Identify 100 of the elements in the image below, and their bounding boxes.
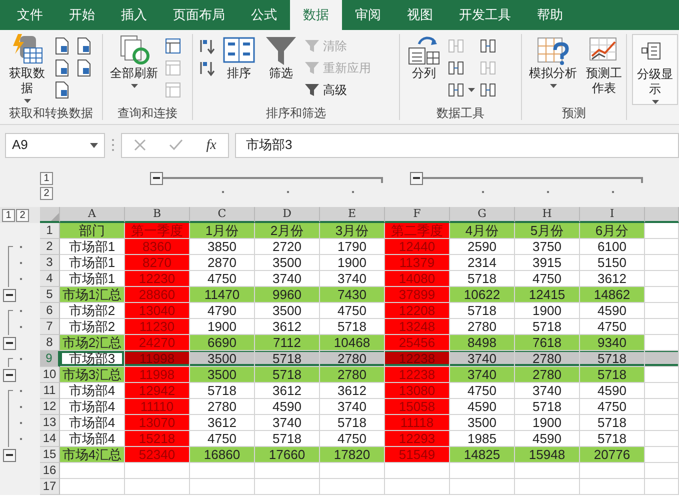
table-cell[interactable] <box>450 479 515 495</box>
table-cell[interactable]: 2870 <box>190 255 255 271</box>
row-header[interactable]: 14 <box>40 431 60 447</box>
table-cell[interactable]: 3月份 <box>320 223 385 239</box>
ribbon-tab[interactable]: 审阅 <box>342 0 394 30</box>
table-cell[interactable] <box>60 463 125 479</box>
table-cell[interactable]: 4750 <box>190 271 255 287</box>
column-header[interactable]: C <box>190 207 255 223</box>
table-cell[interactable] <box>125 463 190 479</box>
table-cell[interactable]: 17660 <box>255 447 320 463</box>
table-cell[interactable]: 市场部2 <box>60 319 125 335</box>
table-cell[interactable]: 5718 <box>255 431 320 447</box>
table-cell[interactable]: 市场部1 <box>60 255 125 271</box>
column-header[interactable]: D <box>255 207 320 223</box>
table-cell[interactable] <box>255 463 320 479</box>
table-cell[interactable]: 5718 <box>190 383 255 399</box>
table-cell[interactable]: 2590 <box>450 239 515 255</box>
ribbon-button[interactable]: 模拟分析 <box>527 34 579 88</box>
icon-button[interactable] <box>75 36 93 55</box>
table-cell[interactable]: 市场部3 <box>60 351 125 367</box>
table-cell[interactable]: 2780 <box>515 351 580 367</box>
table-cell[interactable]: 4750 <box>190 431 255 447</box>
table-cell[interactable] <box>645 367 679 383</box>
row-header[interactable]: 3 <box>40 255 60 271</box>
table-cell[interactable] <box>385 479 450 495</box>
table-cell[interactable]: 2780 <box>515 367 580 383</box>
table-cell[interactable]: 5718 <box>580 367 645 383</box>
table-cell[interactable]: 市场1汇总 <box>60 287 125 303</box>
table-cell[interactable]: 12415 <box>515 287 580 303</box>
table-cell[interactable]: 3500 <box>190 351 255 367</box>
row-header[interactable]: 11 <box>40 383 60 399</box>
row-header[interactable]: 4 <box>40 271 60 287</box>
formula-field[interactable]: 市场部3 <box>235 132 679 158</box>
outline-level-button[interactable]: 2 <box>16 208 29 222</box>
table-cell[interactable]: 5718 <box>580 415 645 431</box>
row-header[interactable]: 1 <box>40 223 60 239</box>
table-cell[interactable]: 3740 <box>450 351 515 367</box>
collapse-button[interactable] <box>3 288 16 302</box>
collapse-button[interactable] <box>3 448 16 462</box>
ribbon-tab[interactable]: 开发工具 <box>446 0 524 30</box>
table-cell[interactable]: 5718 <box>255 351 320 367</box>
ribbon-tab[interactable]: 页面布局 <box>160 0 238 30</box>
table-cell[interactable]: 市场部4 <box>60 431 125 447</box>
table-cell[interactable] <box>385 463 450 479</box>
column-header[interactable]: I <box>580 207 645 223</box>
table-cell[interactable]: 3750 <box>515 239 580 255</box>
table-cell[interactable]: 1790 <box>320 239 385 255</box>
table-cell[interactable]: 3612 <box>580 271 645 287</box>
table-cell[interactable]: 2780 <box>320 367 385 383</box>
table-cell[interactable]: 1900 <box>515 303 580 319</box>
table-cell[interactable]: 5718 <box>320 415 385 431</box>
table-cell[interactable] <box>60 479 125 495</box>
table-cell[interactable] <box>645 255 679 271</box>
icon-button[interactable] <box>53 80 71 99</box>
table-cell[interactable]: 3915 <box>515 255 580 271</box>
table-cell[interactable]: 2月份 <box>255 223 320 239</box>
ribbon-tab[interactable]: 帮助 <box>524 0 576 30</box>
table-cell[interactable]: 5718 <box>320 319 385 335</box>
table-cell[interactable]: 3500 <box>255 255 320 271</box>
table-cell[interactable]: 4750 <box>450 383 515 399</box>
table-cell[interactable] <box>320 463 385 479</box>
table-cell[interactable]: 5718 <box>515 319 580 335</box>
collapse-button[interactable] <box>410 172 423 184</box>
table-cell[interactable] <box>580 479 645 495</box>
ribbon-tab[interactable]: 公式 <box>238 0 290 30</box>
table-cell[interactable]: 20776 <box>580 447 645 463</box>
row-header[interactable]: 2 <box>40 239 60 255</box>
table-cell[interactable]: 15948 <box>515 447 580 463</box>
column-header[interactable]: E <box>320 207 385 223</box>
ribbon-button[interactable]: 筛选 <box>262 34 300 81</box>
ribbon-tab[interactable]: 开始 <box>56 0 108 30</box>
ribbon-button[interactable]: 高级 <box>304 80 371 99</box>
table-cell[interactable]: 市场部1 <box>60 271 125 287</box>
table-cell[interactable]: 3612 <box>320 383 385 399</box>
table-cell[interactable]: 3500 <box>450 415 515 431</box>
table-cell[interactable]: 4750 <box>320 303 385 319</box>
ribbon-button[interactable]: 预测工作表 <box>583 34 625 96</box>
table-cell[interactable]: 市场部4 <box>60 399 125 415</box>
table-cell[interactable]: 16860 <box>190 447 255 463</box>
insert-function-button[interactable]: fx <box>206 134 216 156</box>
table-cell[interactable]: 10622 <box>450 287 515 303</box>
name-box[interactable]: A9 <box>5 132 105 158</box>
table-cell[interactable]: 5718 <box>450 303 515 319</box>
table-cell[interactable]: 部门 <box>60 223 125 239</box>
table-cell[interactable]: 3740 <box>515 383 580 399</box>
table-cell[interactable]: 7430 <box>320 287 385 303</box>
table-cell[interactable]: 4月份 <box>450 223 515 239</box>
row-header[interactable]: 12 <box>40 399 60 415</box>
table-cell[interactable]: 3740 <box>450 367 515 383</box>
table-cell[interactable] <box>645 383 679 399</box>
table-cell[interactable] <box>125 479 190 495</box>
table-cell[interactable]: 5718 <box>450 271 515 287</box>
table-cell[interactable]: 17820 <box>320 447 385 463</box>
table-cell[interactable]: 3612 <box>255 319 320 335</box>
table-cell[interactable] <box>645 335 679 351</box>
table-cell[interactable]: 14825 <box>450 447 515 463</box>
table-cell[interactable] <box>645 271 679 287</box>
table-cell[interactable]: 1900 <box>320 255 385 271</box>
table-cell[interactable] <box>255 479 320 495</box>
table-cell[interactable]: 4750 <box>580 399 645 415</box>
